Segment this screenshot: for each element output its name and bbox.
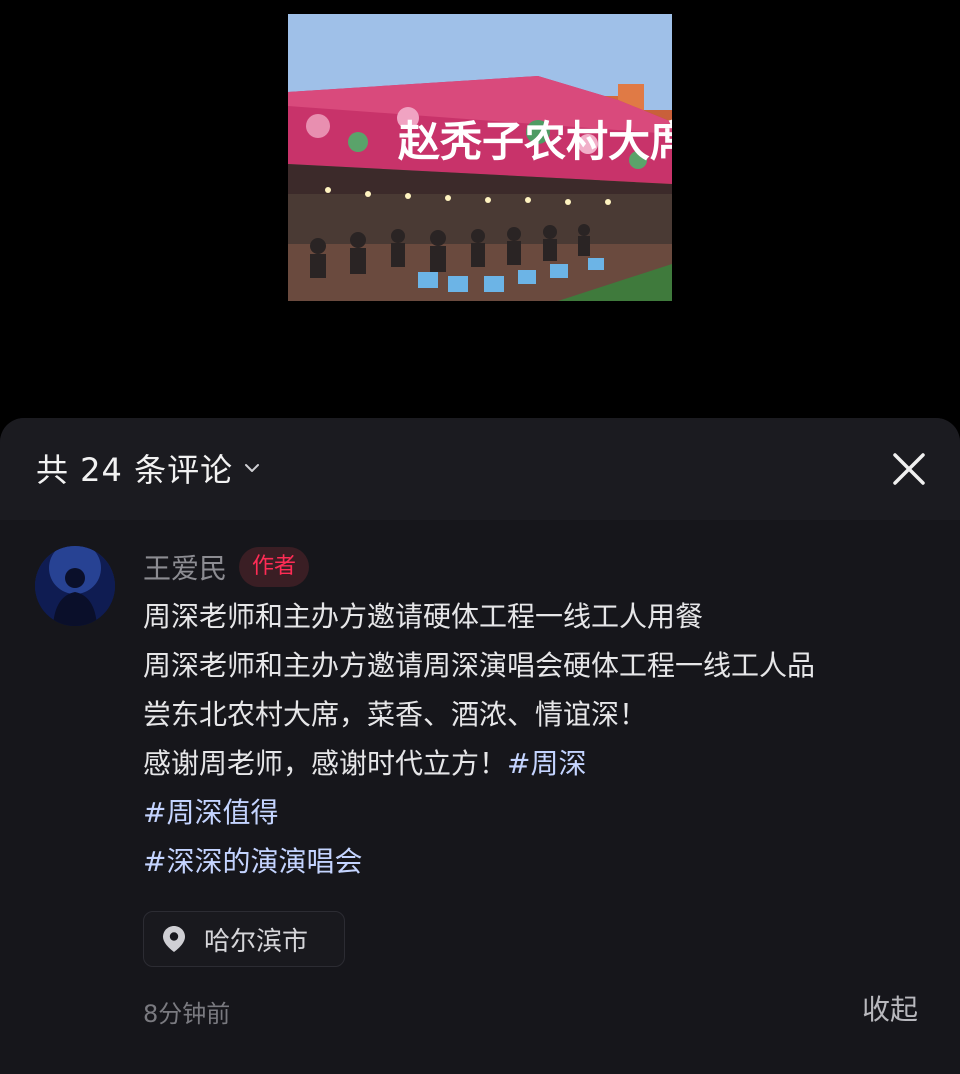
hashtag-link[interactable]: #周深值得 xyxy=(143,796,278,829)
author-name[interactable]: 王爱民 xyxy=(143,547,227,587)
photo-illustration: 赵秃子农村大席 xyxy=(288,14,672,301)
location-label: 哈尔滨市 xyxy=(204,926,309,957)
comment-line-text: 周深老师和主办方邀请周深演唱会硬体工程一线工人品 xyxy=(143,649,816,682)
comment-line: 周深老师和主办方邀请周深演唱会硬体工程一线工人品 xyxy=(143,641,943,690)
avatar-image xyxy=(35,546,115,626)
comment-line: 感谢周老师，感谢时代立方！#周深 xyxy=(143,739,943,788)
comments-header: 共 24 条评论 xyxy=(0,418,960,520)
comment-count-title: 共 24 条评论 xyxy=(36,451,234,489)
comment-line: #周深值得 xyxy=(143,788,943,837)
comment-author-row: 王爱民 作者 xyxy=(143,546,310,588)
chevron-down-icon xyxy=(245,464,260,472)
collapse-button[interactable]: 收起 xyxy=(862,988,918,1028)
comment-line-text: 尝东北农村大席，菜香、酒浓、情谊深！ xyxy=(143,698,648,731)
hashtag-link[interactable]: #周深 xyxy=(507,747,586,780)
comment-line-text: 周深老师和主办方邀请硬体工程一线工人用餐 xyxy=(143,600,704,633)
author-badge: 作者 xyxy=(239,547,310,587)
comment-timestamp: 8分钟前 xyxy=(143,1000,231,1028)
close-icon[interactable] xyxy=(888,448,930,490)
comment-line: 尝东北农村大席，菜香、酒浓、情谊深！ xyxy=(143,690,943,739)
comment-line: #深深的演演唱会 xyxy=(143,837,943,886)
comment-line: 周深老师和主办方邀请硬体工程一线工人用餐 xyxy=(143,592,943,641)
hashtag-link[interactable]: #深深的演演唱会 xyxy=(143,845,362,878)
comment-line-text: 感谢周老师，感谢时代立方！ xyxy=(143,747,508,780)
comment-count-dropdown[interactable]: 共 24 条评论 xyxy=(36,446,261,490)
avatar[interactable] xyxy=(35,546,115,626)
post-photo[interactable]: 赵秃子农村大席 xyxy=(288,14,672,301)
banner-sign-text: 赵秃子农村大席 xyxy=(398,117,672,166)
comment-text: 周深老师和主办方邀请硬体工程一线工人用餐 周深老师和主办方邀请周深演唱会硬体工程… xyxy=(143,592,943,886)
location-pin-icon xyxy=(163,926,185,952)
location-chip[interactable]: 哈尔滨市 xyxy=(143,911,345,967)
